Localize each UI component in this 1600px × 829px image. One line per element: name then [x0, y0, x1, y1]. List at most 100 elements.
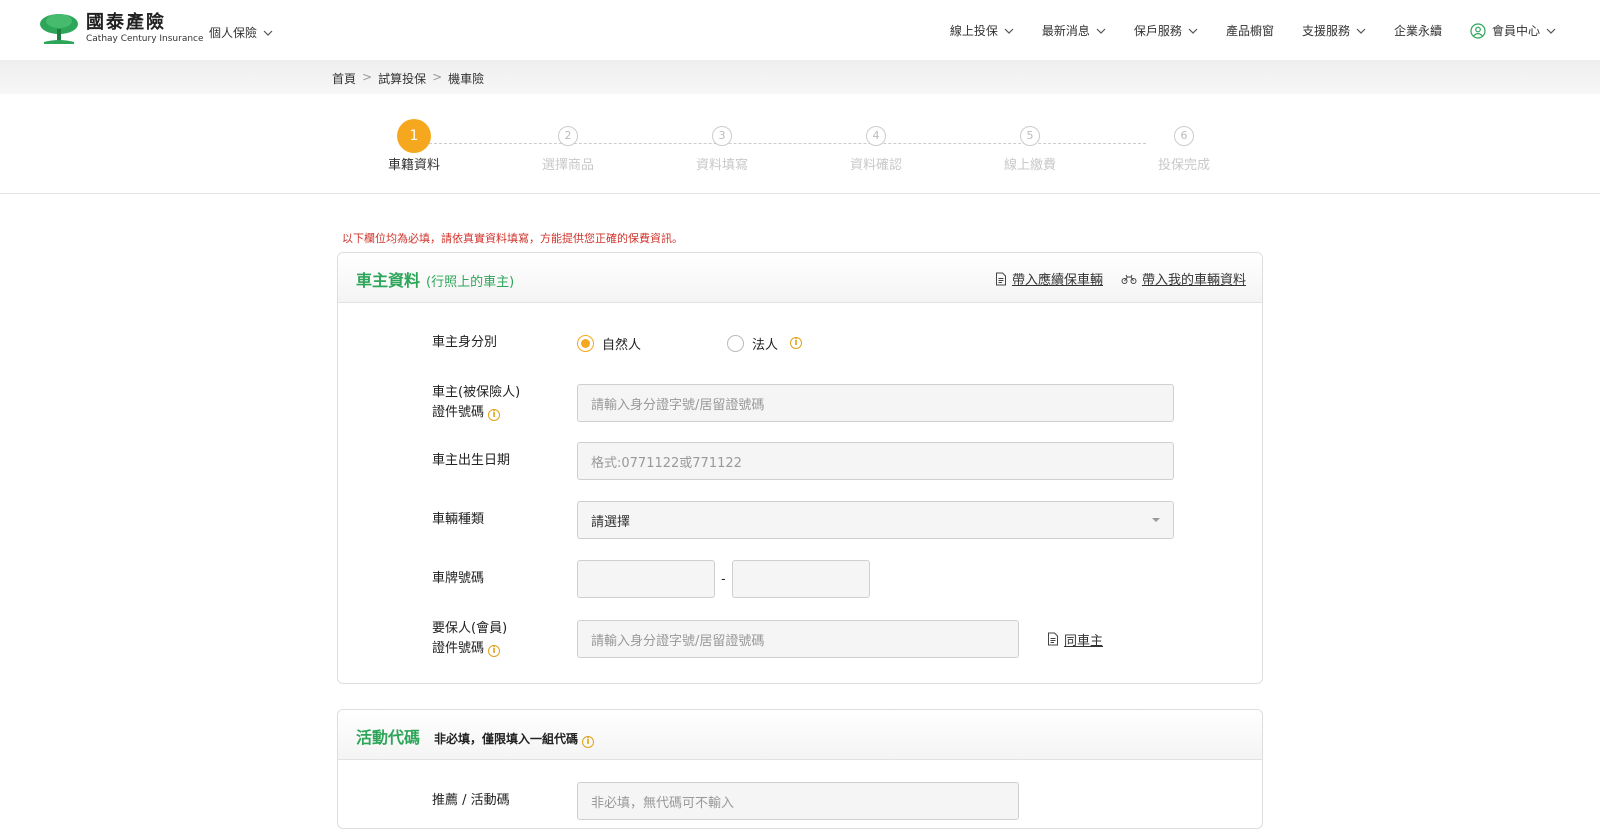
step-label: 資料確認	[849, 158, 902, 173]
brand-name: 國泰產險	[86, 12, 166, 33]
chevron-down-icon	[1546, 28, 1556, 34]
nav-label: 會員中心	[1491, 24, 1540, 38]
promo-code-input[interactable]: 非必填，無代碼可不輸入	[577, 782, 1019, 820]
promo-code-card: 活動代碼 非必填，僅限填入一組代碼 i 推薦 / 活動碼 非必填，無代碼可不輸入	[337, 709, 1263, 829]
promo-card-title: 活動代碼 非必填，僅限填入一組代碼 i	[356, 724, 595, 748]
owner-type-natural-radio[interactable]: 自然人	[577, 334, 727, 353]
nav-products[interactable]: 產品櫥窗	[1226, 22, 1274, 39]
label-line: 證件號碼 i	[432, 639, 577, 659]
plate-row: 車牌號碼 -	[432, 560, 870, 598]
nav-member-center[interactable]: 會員中心	[1470, 22, 1556, 39]
step-2: 2 選擇商品	[528, 126, 608, 173]
applicant-id-row: 要保人(會員) 證件號碼 i 請輸入身分證字號/居留證號碼 同車主	[432, 619, 1103, 659]
link-text: 帶入我的車輛資料	[1141, 273, 1246, 288]
step-label: 線上繳費	[1003, 158, 1056, 173]
owner-card-title: 車主資料 (行照上的車主)	[356, 267, 514, 291]
plate-separator: -	[721, 571, 726, 587]
label-text: 證件號碼	[432, 405, 485, 420]
owner-birth-row: 車主出生日期 格式:0771122或771122	[432, 442, 1174, 480]
promo-card-header: 活動代碼 非必填，僅限填入一組代碼 i	[338, 710, 1262, 760]
plate-part2-input[interactable]	[731, 560, 870, 598]
chevron-down-icon	[1356, 28, 1366, 34]
info-icon[interactable]: i	[582, 736, 595, 748]
owner-id-input[interactable]: 請輸入身分證字號/居留證號碼	[577, 384, 1174, 422]
nav-sustainability[interactable]: 企業永續	[1394, 22, 1442, 39]
card-title-text: 車主資料	[356, 271, 421, 290]
segment-selector[interactable]: 個人保險	[209, 24, 273, 41]
radio-unselected-icon	[727, 334, 744, 352]
step-number: 5	[1020, 126, 1040, 146]
load-my-vehicle-link[interactable]: 帶入我的車輛資料	[1121, 269, 1246, 288]
info-icon[interactable]: i	[488, 645, 501, 657]
step-number: 3	[712, 126, 732, 146]
same-as-owner-link[interactable]: 同車主	[1047, 630, 1103, 649]
link-text: 帶入應續保車輛	[1011, 273, 1103, 288]
nav-news[interactable]: 最新消息	[1042, 22, 1106, 39]
step-6: 6 投保完成	[1144, 126, 1224, 173]
step-5: 5 線上繳費	[990, 126, 1070, 173]
owner-type-label: 車主身分別	[432, 335, 498, 350]
owner-type-legal-radio[interactable]: 法人 i	[727, 334, 877, 353]
step-1: 1 車籍資料	[374, 119, 454, 173]
owner-card-header: 車主資料 (行照上的車主) 帶入應續保車輛 帶入我的車輛資料	[338, 253, 1262, 303]
document-icon	[995, 272, 1006, 285]
step-label: 資料填寫	[695, 158, 748, 173]
breadcrumb-sep: >	[362, 70, 373, 84]
breadcrumb-bar: 首頁 > 試算投保 > 機車險	[0, 60, 1600, 94]
step-3: 3 資料填寫	[682, 126, 762, 173]
breadcrumb-current: 機車險	[448, 72, 485, 86]
label-text: 證件號碼	[432, 641, 485, 656]
chevron-down-icon	[1188, 28, 1198, 34]
step-4: 4 資料確認	[836, 126, 916, 173]
nav-label: 產品櫥窗	[1225, 24, 1274, 38]
tree-logo-icon	[40, 14, 78, 44]
required-notice: 以下欄位均為必填，請依真實資料填寫，方能提供您正確的保費資訊。	[342, 232, 683, 245]
nav-support[interactable]: 支援服務	[1302, 22, 1366, 39]
vehicle-type-label: 車輛種類	[432, 512, 485, 527]
nav-online-insure[interactable]: 線上投保	[950, 22, 1014, 39]
owner-card-subtitle: (行照上的車主)	[426, 275, 515, 290]
applicant-id-label: 要保人(會員) 證件號碼 i	[432, 619, 577, 659]
radio-label: 法人	[752, 337, 779, 353]
nav-policy-service[interactable]: 保戶服務	[1134, 22, 1198, 39]
plate-part1-input[interactable]	[577, 560, 715, 598]
logo[interactable]: 國泰產險 Cathay Century Insurance	[38, 12, 204, 46]
step-label: 車籍資料	[387, 158, 440, 173]
step-label: 投保完成	[1157, 158, 1210, 173]
nav-label: 線上投保	[949, 24, 998, 38]
owner-birth-input[interactable]: 格式:0771122或771122	[577, 442, 1174, 480]
nav-label: 保戶服務	[1133, 24, 1182, 38]
chevron-down-icon	[1096, 28, 1106, 34]
step-number: 6	[1174, 126, 1194, 146]
plate-label: 車牌號碼	[432, 571, 485, 586]
nav-label: 企業永續	[1393, 24, 1442, 38]
main-nav: 線上投保 最新消息 保戶服務 產品櫥窗 支援服務 企業永續 會員中心	[950, 22, 1556, 39]
chevron-down-icon	[1004, 28, 1014, 34]
info-icon[interactable]: i	[488, 409, 501, 421]
breadcrumb-quote[interactable]: 試算投保	[378, 70, 426, 87]
chevron-down-icon	[263, 30, 273, 36]
step-number: 4	[866, 126, 886, 146]
caret-down-icon	[1152, 518, 1160, 522]
owner-info-card: 車主資料 (行照上的車主) 帶入應續保車輛 帶入我的車輛資料 車主身分別 自然人 …	[337, 252, 1263, 684]
owner-birth-label: 車主出生日期	[432, 453, 511, 468]
promo-code-label: 推薦 / 活動碼	[432, 793, 510, 808]
label-line: 車主(被保險人)	[432, 385, 521, 400]
promo-code-row: 推薦 / 活動碼 非必填，無代碼可不輸入	[432, 782, 1019, 820]
select-value: 請選擇	[591, 514, 631, 530]
breadcrumb-home[interactable]: 首頁	[332, 70, 356, 87]
owner-id-label: 車主(被保險人) 證件號碼 i	[432, 383, 577, 423]
vehicle-type-select[interactable]: 請選擇	[577, 501, 1174, 539]
step-label: 選擇商品	[541, 158, 594, 173]
nav-label: 支援服務	[1301, 24, 1350, 38]
radio-label: 自然人	[602, 337, 642, 353]
applicant-id-input[interactable]: 請輸入身分證字號/居留證號碼	[577, 620, 1019, 658]
load-renewal-vehicle-link[interactable]: 帶入應續保車輛	[995, 269, 1103, 288]
motorcycle-icon	[1121, 274, 1137, 284]
nav-label: 最新消息	[1041, 24, 1090, 38]
info-icon[interactable]: i	[790, 337, 803, 349]
breadcrumb-sep: >	[432, 70, 443, 84]
step-number: 2	[558, 126, 578, 146]
label-line: 證件號碼 i	[432, 403, 577, 423]
label-line: 要保人(會員)	[432, 621, 508, 636]
